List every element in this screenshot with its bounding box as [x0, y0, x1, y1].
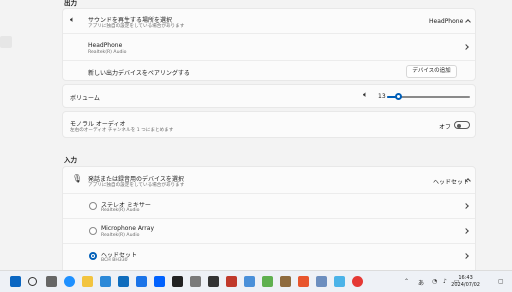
settings-icon[interactable] [316, 276, 327, 287]
pair-device-row: 新しい出力デバイスをペアリングする デバイスの追加 [63, 60, 475, 81]
chevron-right-icon [463, 228, 469, 234]
app-icon[interactable] [244, 276, 255, 287]
input-select-value: ヘッドセット [433, 179, 470, 186]
taskbar: ⌃ あ ◔ ♪ ▭ 16:43 2024/07/02 ▢ [0, 270, 512, 292]
add-device-button[interactable]: デバイスの追加 [406, 65, 457, 78]
search-icon[interactable] [28, 277, 37, 286]
volume-value: 13 [378, 93, 386, 100]
wifi-icon[interactable]: ◔ [432, 278, 437, 285]
notification-icon[interactable]: ▢ [498, 278, 504, 285]
chevron-right-icon [463, 253, 469, 259]
pair-device-label: 新しい出力デバイスをペアリングする [88, 70, 190, 77]
microphone-icon: 🎙︎ [72, 174, 83, 183]
file-explorer-icon[interactable] [82, 276, 93, 287]
sound-output-row[interactable]: 🔈︎ サウンドを再生する場所を選択 アプリに独自の設定をしている場合があります … [63, 9, 475, 33]
volume-tray-icon[interactable]: ♪ [443, 278, 447, 285]
input-select-sublabel: アプリに独自の設定をしている場合があります [88, 183, 185, 188]
input-device-row[interactable]: Microphone Array Realtek(R) Audio [63, 218, 475, 243]
clock[interactable]: 16:43 2024/07/02 [451, 275, 480, 289]
edge-icon[interactable] [64, 276, 75, 287]
app-icon[interactable] [190, 276, 201, 287]
input-device-name: Microphone Array [101, 225, 154, 232]
app-icon[interactable] [136, 276, 147, 287]
input-device-radio[interactable] [89, 202, 97, 210]
app-icon[interactable] [280, 276, 291, 287]
tray-overflow-icon[interactable]: ⌃ [404, 278, 409, 285]
input-card: 🎙︎ 発話または録音用のデバイスを選択 アプリに独自の設定をしている場合がありま… [62, 166, 476, 274]
app-icon[interactable] [208, 276, 219, 287]
input-select-row[interactable]: 🎙︎ 発話または録音用のデバイスを選択 アプリに独自の設定をしている場合がありま… [63, 167, 475, 193]
chevron-right-icon [463, 203, 469, 209]
input-device-driver: BCH BH330 [101, 258, 128, 263]
input-device-radio[interactable] [89, 227, 97, 235]
app-icon[interactable] [262, 276, 273, 287]
clock-date: 2024/07/02 [451, 282, 480, 288]
volume-speaker-icon[interactable]: 🔈︎ [363, 90, 368, 100]
nav-item[interactable] [0, 36, 12, 48]
speaker-icon: 🔈︎ [70, 15, 75, 24]
input-device-row[interactable]: ヘッドセット BCH BH330 [63, 243, 475, 269]
input-device-radio-selected[interactable] [89, 252, 97, 260]
sound-output-sublabel: アプリに独自の設定をしている場合があります [88, 24, 185, 29]
app-icon[interactable] [226, 276, 237, 287]
input-device-driver: Realtek(R) Audio [101, 233, 140, 238]
task-view-icon[interactable] [46, 276, 57, 287]
output-device-row[interactable]: HeadPhone Realtek(R) Audio [63, 33, 475, 60]
dropbox-icon[interactable] [154, 276, 165, 287]
volume-label: ボリューム [70, 95, 100, 102]
mono-audio-toggle[interactable] [454, 121, 470, 129]
notion-icon[interactable] [172, 276, 183, 287]
clock-time: 16:43 [458, 275, 473, 281]
input-section-title: 入力 [64, 156, 77, 164]
output-card: 🔈︎ サウンドを再生する場所を選択 アプリに独自の設定をしている場合があります … [62, 8, 476, 81]
navigation-pane [0, 0, 58, 270]
output-device-name: HeadPhone [88, 42, 123, 49]
app-icon[interactable] [334, 276, 345, 287]
volume-card: ボリューム 🔈︎ 13 [62, 84, 476, 108]
chevron-right-icon [463, 44, 469, 50]
sound-settings-content: 出力 🔈︎ サウンドを再生する場所を選択 アプリに独自の設定をしている場合があり… [62, 0, 476, 274]
mono-audio-sublabel: 左右のオーディオ チャンネルを 1 つにまとめます [70, 128, 174, 133]
brave-icon[interactable] [298, 276, 309, 287]
tray-lang[interactable]: あ [418, 278, 424, 287]
input-device-driver: Realtek(R) Audio [101, 208, 140, 213]
volume-slider-thumb[interactable] [395, 93, 402, 100]
app-icon[interactable] [352, 276, 363, 287]
mail-icon[interactable] [118, 276, 129, 287]
mono-audio-state: オフ [439, 124, 452, 131]
sound-output-value: HeadPhone [429, 18, 464, 25]
start-icon[interactable] [10, 276, 21, 287]
store-icon[interactable] [100, 276, 111, 287]
output-device-driver: Realtek(R) Audio [88, 50, 127, 55]
mono-audio-card: モノラル オーディオ 左右のオーディオ チャンネルを 1 つにまとめます オフ [62, 111, 476, 138]
chevron-up-icon[interactable] [465, 19, 471, 25]
input-device-row[interactable]: ステレオ ミキサー Realtek(R) Audio [63, 193, 475, 218]
output-section-title: 出力 [64, 0, 77, 7]
